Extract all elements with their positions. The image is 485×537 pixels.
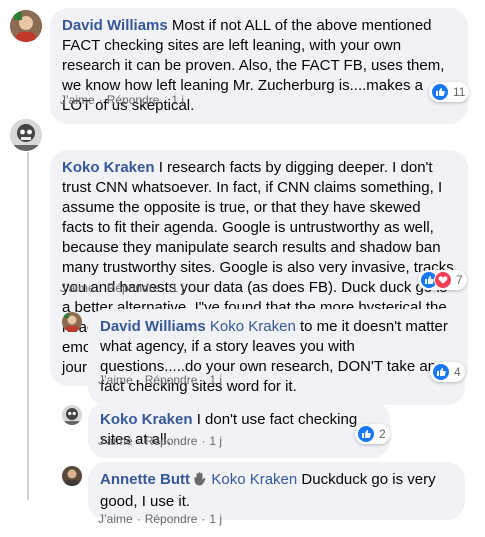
comment-timestamp[interactable]: 1 j <box>171 281 184 295</box>
comment-actions: J’aime · Répondre · 1 j <box>60 280 184 296</box>
thread-line <box>27 152 29 500</box>
reply-author-link[interactable]: Koko Kraken <box>100 411 193 428</box>
like-icon <box>432 363 450 381</box>
reaction-count: 11 <box>453 85 466 99</box>
avatar[interactable] <box>62 405 82 425</box>
avatar[interactable] <box>62 466 82 486</box>
love-icon <box>434 271 452 289</box>
reaction-count: 2 <box>379 427 386 441</box>
mention-link[interactable]: Koko Kraken <box>211 471 297 488</box>
avatar[interactable] <box>10 10 42 42</box>
separator-dot: · <box>163 93 168 107</box>
reply-bubble: David Williams Koko Kraken to me it does… <box>88 309 465 405</box>
reply-author-link[interactable]: David Williams <box>100 318 206 335</box>
reply-button[interactable]: Répondre <box>145 373 198 387</box>
like-button[interactable]: J’aime <box>98 373 133 387</box>
avatar[interactable] <box>62 312 82 332</box>
reply-actions: J’aime · Répondre · 1 j <box>98 511 222 527</box>
reaction-summary[interactable]: 4 <box>430 362 465 382</box>
mention-link[interactable]: Koko Kraken <box>210 318 296 335</box>
avatar[interactable] <box>10 119 42 151</box>
reply-button[interactable]: Répondre <box>107 93 160 107</box>
waving-hand-icon <box>194 472 207 492</box>
separator-dot: · <box>98 93 103 107</box>
separator-dot: · <box>201 373 206 387</box>
reaction-summary[interactable]: 11 <box>429 82 470 102</box>
reaction-count: 7 <box>456 273 463 287</box>
reply-button[interactable]: Répondre <box>145 512 198 526</box>
comment-actions: J’aime · Répondre · 1 j <box>60 92 184 108</box>
reaction-summary[interactable]: 2 <box>355 424 390 444</box>
separator-dot: · <box>163 281 168 295</box>
reply-author-link[interactable]: Annette Butt <box>100 471 190 488</box>
reply-button[interactable]: Répondre <box>107 281 160 295</box>
separator-dot: · <box>136 434 141 448</box>
separator-dot: · <box>201 512 206 526</box>
comment-timestamp[interactable]: 1 j <box>171 93 184 107</box>
reply-bubble: Koko Kraken I don't use fact checking si… <box>88 402 390 458</box>
like-button[interactable]: J’aime <box>60 93 95 107</box>
like-button[interactable]: J’aime <box>98 434 133 448</box>
reply-timestamp[interactable]: 1 j <box>209 512 222 526</box>
reply-actions: J’aime · Répondre · 1 j <box>98 372 222 388</box>
like-button[interactable]: J’aime <box>98 512 133 526</box>
reaction-count: 4 <box>454 365 461 379</box>
reply-timestamp[interactable]: 1 j <box>209 434 222 448</box>
like-button[interactable]: J’aime <box>60 281 95 295</box>
separator-dot: · <box>136 373 141 387</box>
like-icon <box>357 425 375 443</box>
separator-dot: · <box>136 512 141 526</box>
reply-button[interactable]: Répondre <box>145 434 198 448</box>
separator-dot: · <box>98 281 103 295</box>
reply-timestamp[interactable]: 1 j <box>209 373 222 387</box>
comment-author-link[interactable]: David Williams <box>62 17 168 34</box>
reply-actions: J’aime · Répondre · 1 j <box>98 433 222 449</box>
reaction-summary[interactable]: 7 <box>418 270 467 290</box>
like-icon <box>431 83 449 101</box>
separator-dot: · <box>201 434 206 448</box>
comment-author-link[interactable]: Koko Kraken <box>62 159 155 176</box>
